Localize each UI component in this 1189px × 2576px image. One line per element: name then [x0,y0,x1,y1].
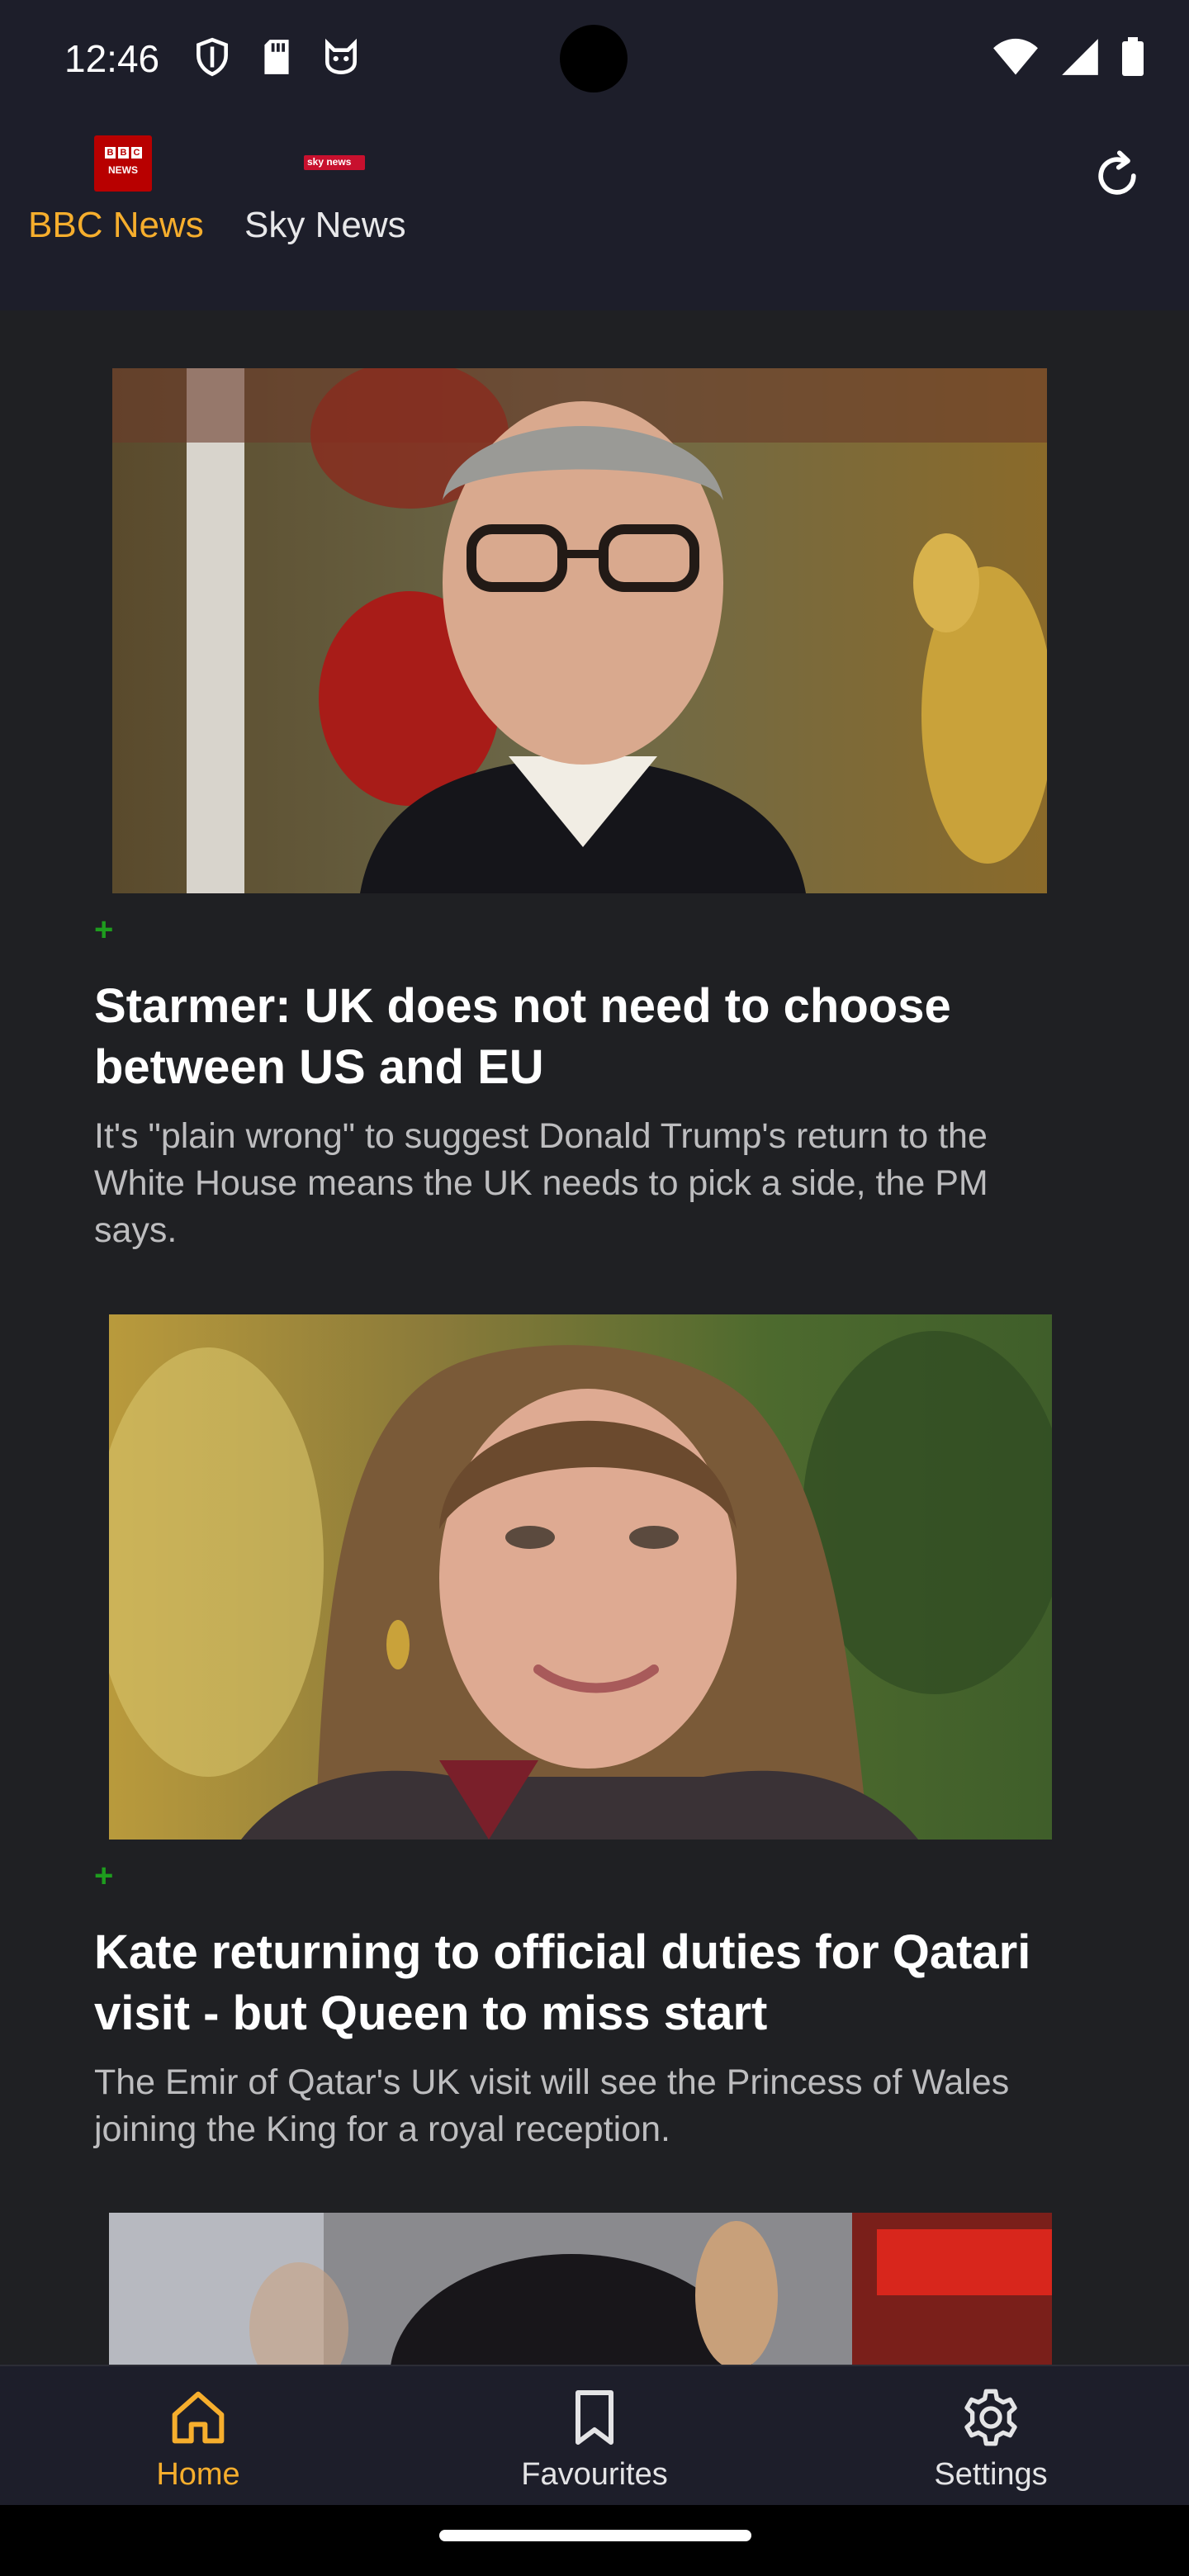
article-image[interactable] [109,2213,1052,2365]
nav-favourites[interactable]: Favourites [495,2366,694,2507]
camera-cutout [560,25,628,92]
nav-label-settings: Settings [934,2457,1048,2492]
refresh-button[interactable] [1082,140,1153,211]
nav-home[interactable]: Home [99,2366,297,2507]
bbc-news-logo: BBC NEWS [94,135,152,192]
status-bar: 12:46 [0,0,1189,124]
tab-bbc-news[interactable]: BBC NEWS BBC News [28,124,218,310]
article-headline[interactable]: Starmer: UK does not need to choose betw… [94,976,1085,1098]
gesture-handle[interactable] [439,2530,751,2541]
article-image[interactable] [112,368,1047,893]
source-tabs-header: BBC NEWS BBC News sky news Sky News [0,124,1189,310]
nav-label-favourites: Favourites [521,2457,668,2492]
nav-label-home: Home [156,2457,240,2492]
status-icons-right [992,36,1144,78]
cat-face-icon [325,38,357,75]
article-image[interactable] [109,1314,1052,1840]
article-summary: The Emir of Qatar's UK visit will see th… [94,2062,1010,2149]
nav-settings[interactable]: Settings [892,2366,1090,2507]
news-feed[interactable]: + Starmer: UK does not need to choose be… [0,310,1189,2365]
refresh-icon [1098,150,1136,195]
gesture-navigation-area [0,2505,1189,2576]
article-headline[interactable]: Kate returning to official duties for Qa… [94,1922,1085,2044]
wifi-icon [993,38,1038,75]
bookmark-icon [576,2390,613,2445]
plus-badge: + [94,1858,114,1894]
sd-card-icon [264,40,289,74]
settings-icon [964,2389,1017,2446]
tab-sky-news[interactable]: sky news Sky News [244,124,426,310]
shield-icon [197,37,228,77]
battery-icon [1122,37,1144,76]
status-icons-left [192,36,362,78]
bottom-navigation: Home Favourites Settings [0,2365,1189,2505]
signal-icon [1062,39,1098,75]
article-summary: It's "plain wrong" to suggest Donald Tru… [94,1116,988,1250]
status-time: 12:46 [64,37,160,80]
home-icon [172,2391,225,2444]
tab-label-sky-news: Sky News [244,205,406,245]
sky-news-logo: sky news [304,155,365,170]
plus-badge: + [94,912,114,948]
tab-label-bbc-news: BBC News [28,205,204,245]
